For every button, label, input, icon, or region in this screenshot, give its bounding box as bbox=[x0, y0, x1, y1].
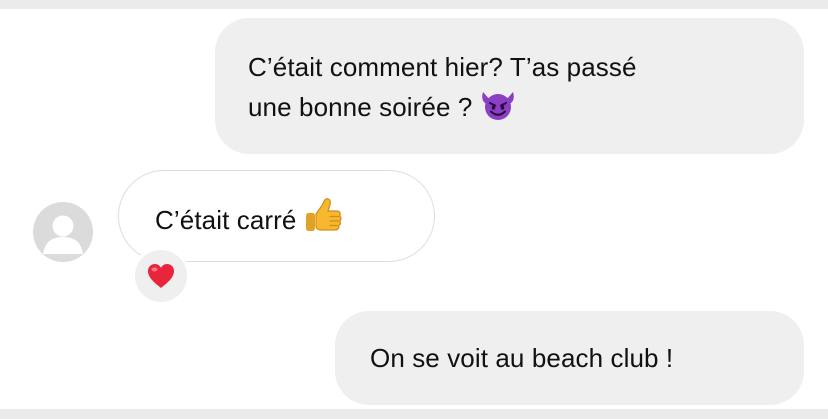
message-text-line: C’était carré bbox=[155, 196, 414, 245]
heart-reaction-badge[interactable] bbox=[132, 247, 190, 305]
message-text-line-1: C’était comment hier? T’as passé bbox=[248, 52, 637, 82]
message-text-line-2: une bonne soirée ? bbox=[248, 87, 774, 132]
outgoing-message-bubble[interactable]: On se voit au beach club ! bbox=[335, 311, 804, 405]
red-heart-icon bbox=[148, 264, 174, 288]
person-silhouette-icon bbox=[43, 215, 83, 254]
outgoing-message-bubble[interactable]: C’était comment hier? T’as passé une bon… bbox=[215, 18, 804, 154]
default-profile-avatar[interactable] bbox=[33, 202, 93, 262]
message-text: C’était carré bbox=[155, 205, 297, 235]
chat-thread: C’était comment hier? T’as passé une bon… bbox=[0, 9, 828, 409]
smiling-devil-emoji-icon bbox=[478, 89, 518, 132]
thumbs-up-emoji-icon bbox=[302, 196, 344, 245]
message-text: On se voit au beach club ! bbox=[370, 343, 674, 373]
message-text-line-2-text: une bonne soirée ? bbox=[248, 92, 473, 122]
